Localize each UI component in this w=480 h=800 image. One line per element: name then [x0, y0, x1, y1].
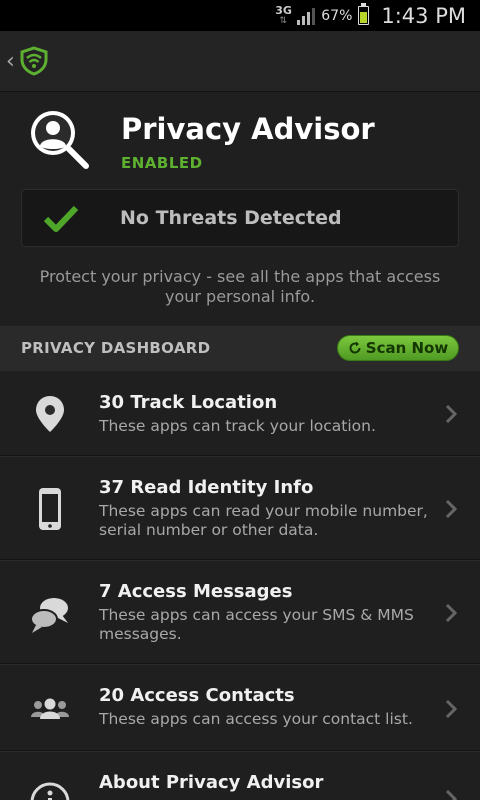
contacts-icon: [31, 698, 69, 719]
list-item-label: 37 Read Identity Info: [99, 477, 314, 498]
list-item-description: These apps can access your SMS & MMS mes…: [99, 606, 414, 643]
chevron-right-icon: [445, 499, 458, 519]
phone-icon: [39, 488, 61, 530]
battery-percent: 67%: [321, 7, 353, 24]
list-item-description: These apps can access your contact list.: [99, 710, 413, 728]
scan-now-label: Scan Now: [365, 339, 449, 357]
action-bar: ‹: [0, 31, 480, 92]
network-indicator: 3G ⇅: [275, 3, 292, 26]
list-item-label: 20 Access Contacts: [99, 685, 295, 706]
data-arrows-icon: ⇅: [279, 15, 288, 26]
privacy-dashboard-list: 30 Track Location These apps can track y…: [0, 370, 480, 800]
status-badge: ENABLED: [121, 154, 203, 172]
page-title: Privacy Advisor: [121, 112, 375, 146]
chevron-right-icon: [445, 789, 458, 800]
threat-status-text: No Threats Detected: [120, 207, 342, 229]
list-item-label: About Privacy Advisor: [99, 772, 324, 793]
list-item-label: 30 Track Location: [99, 392, 278, 413]
chevron-right-icon: [445, 699, 458, 719]
checkmark-icon: [44, 205, 78, 232]
chevron-right-icon: [445, 603, 458, 623]
dashboard-header: PRIVACY DASHBOARD Scan Now: [0, 326, 480, 370]
list-item-description: These apps can read your mobile number, …: [99, 502, 428, 539]
chevron-right-icon: [445, 404, 458, 424]
app-logo-icon[interactable]: [19, 46, 49, 76]
list-item-description: These apps can track your location.: [99, 417, 376, 435]
magnifier-user-icon: [31, 111, 89, 169]
info-icon: [30, 782, 70, 800]
privacy-advisor-header: Privacy Advisor ENABLED: [0, 92, 480, 192]
clock: 1:43 PM: [381, 3, 466, 28]
list-item-access-messages[interactable]: 7 Access Messages These apps can access …: [0, 560, 480, 664]
list-item-access-contacts[interactable]: 20 Access Contacts These apps can access…: [0, 664, 480, 751]
list-item-label: 7 Access Messages: [99, 581, 293, 602]
list-item-track-location[interactable]: 30 Track Location These apps can track y…: [0, 370, 480, 456]
list-item-about[interactable]: About Privacy Advisor: [0, 751, 480, 800]
back-icon[interactable]: ‹: [6, 49, 15, 74]
refresh-icon: [349, 341, 361, 354]
location-pin-icon: [36, 396, 64, 432]
chat-bubbles-icon: [30, 598, 68, 633]
threat-status-box: No Threats Detected: [21, 189, 459, 247]
list-item-read-identity[interactable]: 37 Read Identity Info These apps can rea…: [0, 456, 480, 560]
signal-icon: [297, 7, 316, 25]
dashboard-title: PRIVACY DASHBOARD: [21, 339, 211, 357]
network-type: 3G: [275, 3, 292, 17]
description-text: Protect your privacy - see all the apps …: [39, 267, 441, 306]
battery-icon: [358, 3, 370, 25]
scan-now-button[interactable]: Scan Now: [337, 335, 459, 361]
status-bar: 3G ⇅ 67% 1:43 PM: [0, 0, 480, 31]
